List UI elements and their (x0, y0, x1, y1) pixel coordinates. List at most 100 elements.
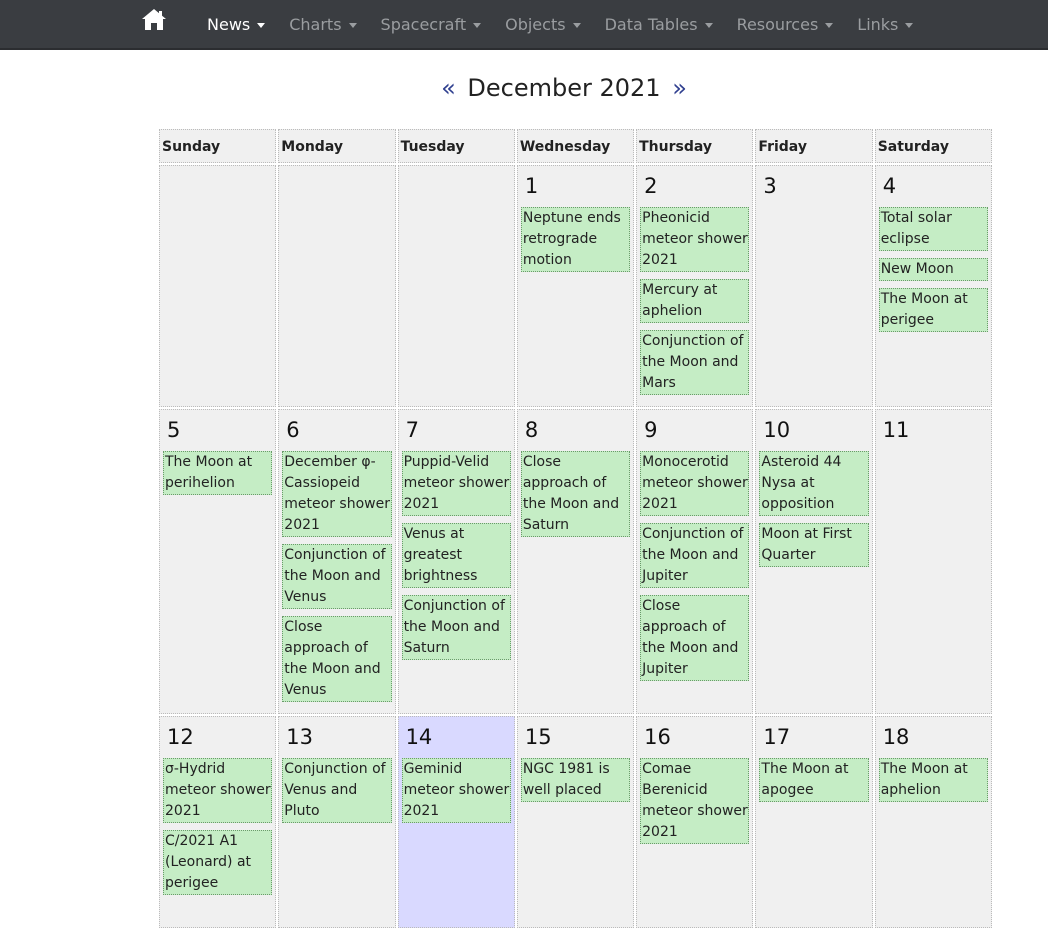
day-cell-14: 14 Geminid meteor shower 2021 (397, 716, 515, 928)
caret-down-icon (473, 22, 482, 28)
weekday-friday: Friday (755, 129, 873, 163)
empty-day-cell (397, 165, 515, 407)
weekday-monday: Monday (278, 129, 396, 163)
next-month-link[interactable]: » (668, 74, 691, 102)
day-number: 14 (405, 725, 433, 749)
event-link[interactable]: Geminid meteor shower 2021 (401, 758, 511, 823)
weekday-thursday: Thursday (636, 129, 754, 163)
day-number: 6 (286, 418, 300, 442)
month-title: December 2021 (467, 74, 661, 102)
day-number: 13 (286, 725, 314, 749)
empty-day-cell (159, 165, 277, 407)
event-link[interactable]: Close approach of the Moon and Venus (282, 616, 392, 702)
nav-item-label: Links (857, 14, 899, 34)
day-number: 9 (644, 418, 658, 442)
nav-item-label: News (207, 14, 251, 34)
nav-item-data-tables[interactable]: Data Tables (593, 15, 725, 34)
event-link[interactable]: The Moon at perigee (878, 288, 988, 332)
weekday-sunday: Sunday (159, 129, 277, 163)
home-icon[interactable] (141, 8, 167, 32)
day-number: 10 (763, 418, 791, 442)
weekday-saturday: Saturday (874, 129, 992, 163)
caret-down-icon (704, 22, 713, 28)
day-cell-18: 18 The Moon at aphelion (874, 716, 992, 928)
calendar-grid: Sunday Monday Tuesday Wednesday Thursday Frid… (157, 127, 994, 930)
event-link[interactable]: σ-Hydrid meteor shower 2021 (163, 758, 273, 823)
day-cell-3: 3 (755, 165, 873, 407)
day-number: 4 (882, 174, 897, 198)
event-link[interactable]: Moon at First Quarter (759, 523, 869, 567)
event-link[interactable]: NGC 1981 is well placed (520, 758, 631, 802)
event-link[interactable]: The Moon at apogee (759, 758, 869, 802)
day-number: 2 (644, 174, 658, 198)
event-link[interactable]: New Moon (878, 258, 988, 281)
day-cell-6: 6 December φ-Cassiopeid meteor shower 202… (278, 409, 396, 714)
calendar-week-row: 5 The Moon at perihelion 6 December φ-Cassi… (159, 409, 992, 714)
empty-day-cell (278, 165, 396, 407)
day-cell-9: 9 Monocerotid meteor shower 2021 Conjuncti… (636, 409, 754, 714)
day-cell-7: 7 Puppid-Velid meteor shower 2021 Venus at… (397, 409, 515, 714)
event-link[interactable]: December φ-Cassiopeid meteor shower 2021 (282, 451, 392, 537)
day-number: 18 (882, 725, 910, 749)
nav-item-charts[interactable]: Charts (277, 15, 368, 34)
event-link[interactable]: Conjunction of the Moon and Mars (640, 330, 750, 395)
event-link[interactable]: Close approach of the Moon and Saturn (520, 451, 631, 537)
day-number: 17 (763, 725, 791, 749)
weekday-tuesday: Tuesday (397, 129, 515, 163)
nav-item-label: Charts (289, 14, 342, 34)
event-link[interactable]: C/2021 A1 (Leonard) at perigee (163, 830, 273, 895)
event-link[interactable]: Monocerotid meteor shower 2021 (640, 451, 750, 516)
event-link[interactable]: Comae Berenicid meteor shower 2021 (640, 758, 750, 844)
nav-item-objects[interactable]: Objects (493, 15, 592, 34)
day-number: 15 (524, 725, 552, 749)
calendar-week-row: 1 Neptune ends retrograde motion 2 Pheonici… (159, 165, 992, 407)
prev-month-link[interactable]: « (437, 74, 460, 102)
event-link[interactable]: Total solar eclipse (878, 207, 988, 251)
day-number: 16 (644, 725, 671, 749)
nav-item-spacecraft[interactable]: Spacecraft (369, 15, 494, 34)
nav-item-label: Spacecraft (380, 14, 467, 34)
day-cell-13: 13 Conjunction of Venus and Pluto (278, 716, 396, 928)
day-number: 12 (167, 725, 194, 749)
day-cell-17: 17 The Moon at apogee (755, 716, 873, 928)
event-link[interactable]: Neptune ends retrograde motion (520, 207, 631, 272)
day-number: 3 (763, 174, 777, 198)
event-link[interactable]: Close approach of the Moon and Jupiter (640, 595, 750, 681)
nav-item-resources[interactable]: Resources (725, 15, 846, 34)
nav-menu: News Charts Spacecraft Objects Data Tables Re… (195, 0, 925, 48)
day-cell-2: 2 Pheonicid meteor shower 2021 Mercury at … (636, 165, 754, 407)
day-cell-10: 10 Asteroid 44 Nysa at opposition Moon at … (755, 409, 873, 714)
day-number: 7 (405, 418, 419, 442)
day-cell-4: 4 Total solar eclipse New Moon The Moon at … (874, 165, 992, 407)
event-link[interactable]: Venus at greatest brightness (401, 523, 511, 588)
nav-item-news[interactable]: News (195, 15, 277, 34)
day-cell-15: 15 NGC 1981 is well placed (516, 716, 635, 928)
event-link[interactable]: Asteroid 44 Nysa at opposition (759, 451, 869, 516)
caret-down-icon (257, 22, 266, 28)
caret-down-icon (905, 22, 914, 28)
day-number: 1 (524, 174, 539, 198)
event-link[interactable]: Conjunction of the Moon and Jupiter (640, 523, 750, 588)
day-cell-16: 16 Comae Berenicid meteor shower 2021 (636, 716, 754, 928)
event-link[interactable]: Conjunction of Venus and Pluto (282, 758, 392, 823)
day-cell-5: 5 The Moon at perihelion (159, 409, 277, 714)
caret-down-icon (825, 22, 834, 28)
caret-down-icon (572, 22, 581, 28)
event-link[interactable]: Puppid-Velid meteor shower 2021 (401, 451, 511, 516)
day-number: 11 (882, 418, 910, 442)
event-link[interactable]: The Moon at aphelion (878, 758, 988, 802)
event-link[interactable]: Conjunction of the Moon and Saturn (401, 595, 511, 660)
weekday-header-row: Sunday Monday Tuesday Wednesday Thursday Frid… (159, 129, 992, 163)
event-link[interactable]: Pheonicid meteor shower 2021 (640, 207, 750, 272)
day-cell-1: 1 Neptune ends retrograde motion (516, 165, 635, 407)
event-link[interactable]: Conjunction of the Moon and Venus (282, 544, 392, 609)
calendar-week-row: 12 σ-Hydrid meteor shower 2021 C/2021 A1 (… (159, 716, 992, 928)
nav-item-label: Objects (505, 14, 566, 34)
event-link[interactable]: The Moon at perihelion (163, 451, 273, 495)
event-link[interactable]: Mercury at aphelion (640, 279, 750, 323)
top-navbar: News Charts Spacecraft Objects Data Tables Re… (0, 0, 1048, 50)
weekday-wednesday: Wednesday (516, 129, 635, 163)
nav-item-links[interactable]: Links (845, 15, 925, 34)
day-number: 8 (524, 418, 539, 442)
nav-item-label: Resources (736, 14, 819, 34)
